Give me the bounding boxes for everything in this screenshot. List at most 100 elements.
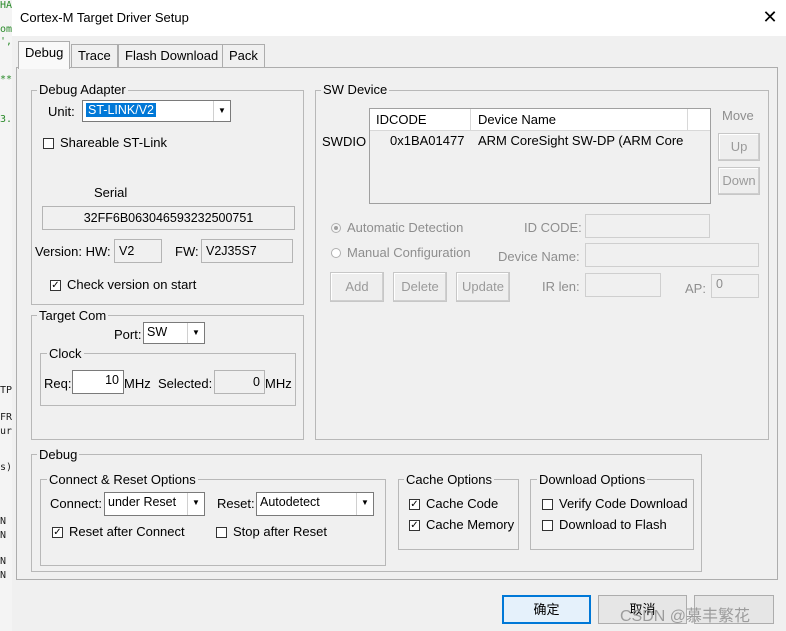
serial-label: Serial xyxy=(94,185,128,200)
background-fragment: N xyxy=(0,530,7,541)
up-button[interactable]: Up xyxy=(718,133,760,161)
update-button[interactable]: Update xyxy=(456,272,510,302)
tab-pack[interactable]: Pack xyxy=(222,44,265,67)
connect-reset-legend: Connect & Reset Options xyxy=(47,472,198,487)
reset-select[interactable]: Autodetect ▼ xyxy=(256,492,374,516)
background-fragment: om xyxy=(0,24,12,35)
background-fragment: ** xyxy=(0,74,12,85)
down-button[interactable]: Down xyxy=(718,167,760,195)
tab-trace[interactable]: Trace xyxy=(71,44,118,67)
connect-select-value: under Reset xyxy=(108,495,177,509)
target-com-legend: Target Com xyxy=(37,308,109,323)
verify-download-label: Verify Code Download xyxy=(559,496,688,511)
cache-options-legend: Cache Options xyxy=(404,472,494,487)
device-name-field[interactable] xyxy=(585,243,759,267)
clock-legend: Clock xyxy=(47,346,84,361)
header-divider xyxy=(687,109,688,130)
download-options-group xyxy=(530,479,694,550)
port-label: Port: xyxy=(114,327,142,342)
background-fragment: ur xyxy=(0,426,12,437)
swdio-label: SWDIO xyxy=(322,134,367,149)
id-code-field[interactable] xyxy=(585,214,710,238)
ap-field[interactable]: 0 xyxy=(711,274,759,298)
check-version-checkbox[interactable]: ✓ xyxy=(50,280,61,291)
reset-after-connect-checkbox[interactable]: ✓ xyxy=(52,527,63,538)
col-idcode: IDCODE xyxy=(376,112,427,127)
chevron-down-icon: ▼ xyxy=(187,323,204,343)
selected-field: 0 xyxy=(214,370,265,394)
window-title: Cortex-M Target Driver Setup xyxy=(20,10,189,25)
ap-label: AP: xyxy=(685,281,706,296)
csdn-watermark: CSDN @慕丰繁花 xyxy=(620,608,751,625)
reset-select-value: Autodetect xyxy=(260,495,320,509)
download-flash-checkbox[interactable] xyxy=(542,520,553,531)
serial-field: 32FF6B063046593232500751 xyxy=(42,206,295,230)
cache-options-group xyxy=(398,479,519,550)
delete-button[interactable]: Delete xyxy=(393,272,447,302)
tab-flash-download[interactable]: Flash Download xyxy=(118,44,226,67)
chevron-down-icon: ▼ xyxy=(213,101,230,121)
ir-len-label: IR len: xyxy=(542,279,580,294)
verify-download-checkbox[interactable] xyxy=(542,499,553,510)
col-device-name: Device Name xyxy=(478,112,557,127)
fw-version-field: V2J35S7 xyxy=(201,239,293,263)
reset-label: Reset: xyxy=(217,496,255,511)
ok-button[interactable]: 确定 xyxy=(502,595,591,624)
cache-memory-checkbox[interactable]: ✓ xyxy=(409,520,420,531)
reset-after-connect-label: Reset after Connect xyxy=(69,524,185,539)
cache-memory-label: Cache Memory xyxy=(426,517,515,532)
background-fragment: 3. xyxy=(0,114,12,125)
req-label: Req: xyxy=(44,376,72,391)
debug-legend: Debug xyxy=(37,447,80,462)
unit-select-value: ST-LINK/V2 xyxy=(86,103,156,117)
row-idcode[interactable]: 0x1BA01477 xyxy=(390,133,464,148)
background-fragment: N xyxy=(0,570,7,581)
background-fragment: N xyxy=(0,516,7,527)
chevron-down-icon: ▼ xyxy=(356,493,373,515)
add-button[interactable]: Add xyxy=(330,272,384,302)
auto-detection-radio[interactable] xyxy=(331,223,341,233)
tab-debug[interactable]: Debug xyxy=(18,41,71,69)
download-options-legend: Download Options xyxy=(537,472,648,487)
background-fragment: ', xyxy=(0,36,12,47)
background-fragment: FR xyxy=(0,412,12,423)
ir-len-field[interactable] xyxy=(585,273,661,297)
auto-detection-label: Automatic Detection xyxy=(347,220,464,235)
manual-config-radio[interactable] xyxy=(331,248,341,258)
background-fragment: TP xyxy=(0,385,12,396)
chevron-down-icon: ▼ xyxy=(187,493,204,515)
debug-adapter-group xyxy=(31,90,304,305)
device-name-label: Device Name: xyxy=(498,249,580,264)
close-icon[interactable]: ✕ xyxy=(758,5,782,29)
header-divider xyxy=(470,109,471,130)
hw-version-field: V2 xyxy=(114,239,162,263)
port-select-value: SW xyxy=(147,325,168,339)
background-fragment: HAL xyxy=(0,0,12,11)
unit-label: Unit: xyxy=(48,104,75,119)
selected-unit: MHz xyxy=(265,376,292,391)
check-version-label: Check version on start xyxy=(67,277,197,292)
shareable-label: Shareable ST-Link xyxy=(60,135,167,150)
sw-device-legend: SW Device xyxy=(321,82,390,97)
connect-select[interactable]: under Reset ▼ xyxy=(104,492,205,516)
stop-after-reset-checkbox[interactable] xyxy=(216,527,227,538)
shareable-checkbox[interactable] xyxy=(43,138,54,149)
cache-code-label: Cache Code xyxy=(426,496,499,511)
selected-label: Selected: xyxy=(158,376,213,391)
req-input[interactable]: 10 xyxy=(72,370,124,394)
connect-label: Connect: xyxy=(50,496,103,511)
id-code-label: ID CODE: xyxy=(524,220,582,235)
download-flash-label: Download to Flash xyxy=(559,517,667,532)
debug-adapter-legend: Debug Adapter xyxy=(37,82,128,97)
background-fragment: s) xyxy=(0,462,12,473)
manual-config-label: Manual Configuration xyxy=(347,245,471,260)
background-fragment: N xyxy=(0,556,7,567)
stop-after-reset-label: Stop after Reset xyxy=(233,524,327,539)
move-label: Move xyxy=(722,108,754,123)
cache-code-checkbox[interactable]: ✓ xyxy=(409,499,420,510)
req-unit: MHz xyxy=(124,376,151,391)
row-device-name[interactable]: ARM CoreSight SW-DP (ARM Core xyxy=(478,133,683,148)
unit-select[interactable]: ST-LINK/V2 ▼ xyxy=(82,100,231,122)
version-hw-label: Version: HW: xyxy=(35,244,111,259)
port-select[interactable]: SW ▼ xyxy=(143,322,205,344)
